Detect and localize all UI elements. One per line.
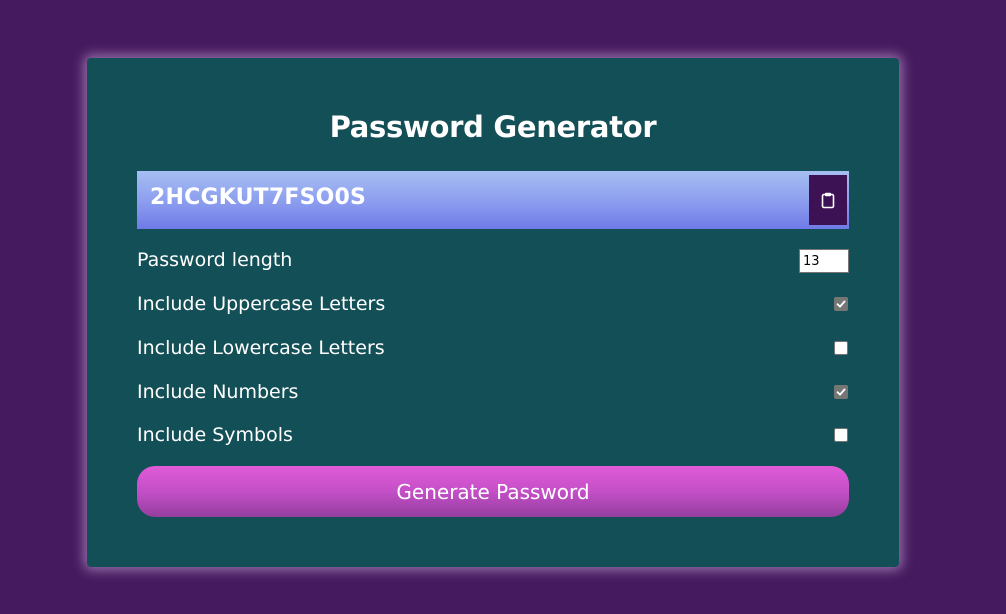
symbols-label: Include Symbols — [137, 424, 293, 446]
setting-numbers-row: Include Numbers — [137, 378, 849, 406]
checkmark-icon — [836, 300, 846, 308]
setting-uppercase-row: Include Uppercase Letters — [137, 290, 849, 318]
lowercase-checkbox[interactable] — [834, 341, 848, 355]
setting-length-row: Password length — [137, 246, 849, 274]
symbols-checkbox[interactable] — [834, 428, 848, 442]
page-title: Password Generator — [329, 110, 657, 144]
password-result: 2HCGKUT7FSO0S — [137, 171, 849, 229]
uppercase-label: Include Uppercase Letters — [137, 293, 386, 315]
numbers-checkbox[interactable] — [834, 385, 848, 399]
setting-symbols-row: Include Symbols — [137, 421, 849, 449]
copy-button[interactable] — [809, 175, 847, 225]
numbers-label: Include Numbers — [137, 381, 299, 403]
length-input[interactable] — [799, 249, 849, 273]
checkmark-icon — [836, 388, 846, 396]
password-output[interactable]: 2HCGKUT7FSO0S — [150, 185, 366, 210]
password-generator-card: Password Generator 2HCGKUT7FSO0S Passwor… — [87, 58, 899, 567]
generate-button[interactable]: Generate Password — [137, 466, 849, 517]
clipboard-icon — [821, 192, 835, 208]
length-label: Password length — [137, 249, 293, 271]
uppercase-checkbox[interactable] — [834, 297, 848, 311]
setting-lowercase-row: Include Lowercase Letters — [137, 334, 849, 362]
lowercase-label: Include Lowercase Letters — [137, 337, 385, 359]
